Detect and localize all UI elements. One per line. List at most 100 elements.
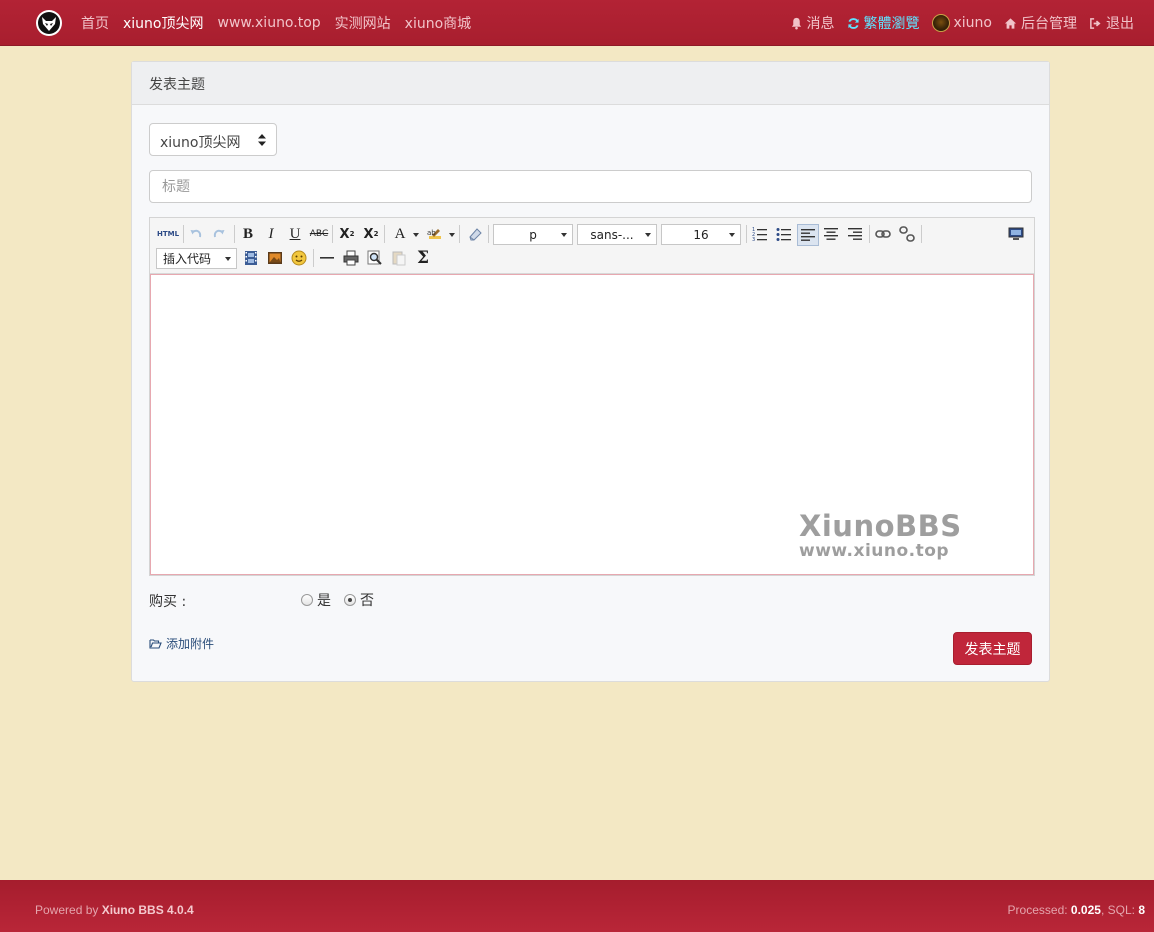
traditional-chinese-link[interactable]: 繁體瀏覽 [841, 13, 926, 33]
paste-button[interactable] [389, 248, 409, 268]
submit-thread-button[interactable]: 发表主题 [953, 632, 1032, 665]
powered-brand-link[interactable]: Xiuno BBS 4.0.4 [102, 903, 194, 917]
eraser-icon [469, 228, 482, 241]
nav-link-xiuno-store[interactable]: xiuno商城 [398, 13, 479, 33]
user-profile-link[interactable]: xiuno [926, 14, 999, 32]
insert-image-button[interactable] [265, 248, 285, 268]
subscript-button[interactable]: X2 [361, 224, 381, 244]
bold-button[interactable]: B [238, 224, 258, 244]
title-input[interactable] [149, 170, 1032, 203]
svg-text:ab: ab [427, 229, 436, 237]
nav-link-xiuno-domain[interactable]: www.xiuno.top [211, 15, 328, 31]
font-family-value: sans-... [590, 227, 634, 242]
link-icon [875, 230, 891, 238]
formula-button[interactable]: Σ [413, 248, 433, 268]
redo-icon [213, 229, 225, 238]
home-icon [1004, 17, 1017, 29]
nav-link-home[interactable]: 首页 [74, 13, 116, 33]
horizontal-rule-icon [320, 257, 334, 259]
align-center-button[interactable] [821, 224, 841, 244]
editor-content-area[interactable]: XiunoBBS www.xiuno.top [150, 274, 1034, 575]
refresh-icon [847, 17, 859, 29]
italic-button[interactable]: I [261, 224, 281, 244]
radio-no[interactable] [344, 594, 356, 606]
highlight-button[interactable]: ab [425, 224, 445, 244]
align-left-button[interactable] [797, 224, 819, 246]
radio-yes[interactable] [301, 594, 313, 606]
forum-select-value: xiuno顶尖网 [160, 135, 241, 151]
xiuno-logo-icon[interactable] [36, 10, 62, 36]
smiley-icon [291, 250, 307, 266]
watermark-title: XiunoBBS [799, 509, 962, 543]
emoticon-button[interactable] [289, 248, 309, 268]
toolbar-separator [488, 225, 489, 243]
card-title: 发表主题 [132, 62, 1049, 105]
html-source-button[interactable]: HTML [156, 224, 180, 244]
unordered-list-button[interactable] [774, 224, 794, 244]
toolbar-separator [384, 225, 385, 243]
image-icon [268, 252, 282, 264]
toolbar-separator [869, 225, 870, 243]
purchase-yes-option[interactable]: 是 [301, 590, 331, 610]
nav-right-links: 消息 繁體瀏覽 xiuno 后台管理 退出 [784, 0, 1141, 46]
redo-button[interactable] [209, 224, 229, 244]
rich-text-editor: HTML B I U ABC X2 X2 A ab p sans-... 16 … [149, 217, 1035, 576]
insert-media-button[interactable] [241, 248, 261, 268]
powered-prefix: Powered by [35, 903, 102, 917]
preview-button[interactable] [365, 248, 385, 268]
sign-out-icon [1090, 17, 1101, 29]
strikethrough-button[interactable]: ABC [309, 224, 329, 244]
clipboard-icon [392, 251, 406, 266]
font-size-value: 16 [693, 227, 709, 242]
sql-prefix: , SQL: [1100, 903, 1139, 917]
nav-link-xiuno-top-site[interactable]: xiuno顶尖网 [116, 13, 211, 33]
nav-link-test-sites[interactable]: 实测网站 [328, 13, 398, 33]
print-button[interactable] [341, 248, 361, 268]
add-attachment-label: 添加附件 [166, 637, 215, 651]
logout-link[interactable]: 退出 [1083, 13, 1140, 33]
font-color-button[interactable]: A [390, 224, 410, 244]
toolbar-separator [746, 225, 747, 243]
insert-code-select[interactable]: 插入代码 [156, 248, 237, 269]
caret-down-icon [225, 257, 231, 261]
insert-link-button[interactable] [873, 224, 893, 244]
fullscreen-button[interactable] [1006, 224, 1026, 244]
page-footer: Powered by Xiuno BBS 4.0.4 Processed: 0.… [0, 880, 1154, 932]
horizontal-rule-button[interactable] [317, 248, 337, 268]
forum-select[interactable]: xiuno顶尖网 [149, 123, 277, 156]
clear-format-button[interactable] [465, 224, 485, 244]
admin-link[interactable]: 后台管理 [998, 13, 1083, 33]
font-family-select[interactable]: sans-... [577, 224, 657, 245]
messages-label: 消息 [806, 16, 835, 32]
superscript-button[interactable]: X2 [337, 224, 357, 244]
align-right-icon [848, 228, 862, 240]
purchase-no-option[interactable]: 否 [344, 590, 374, 610]
caret-down-icon [413, 233, 419, 237]
nav-left-links: 首页 xiuno顶尖网 www.xiuno.top 实测网站 xiuno商城 [74, 0, 478, 46]
caret-down-icon [645, 233, 651, 237]
film-icon [245, 251, 257, 265]
watermark-url: www.xiuno.top [799, 541, 950, 561]
top-navbar: 首页 xiuno顶尖网 www.xiuno.top 实测网站 xiuno商城 消… [0, 0, 1154, 46]
new-thread-card: 发表主题 xiuno顶尖网 HTML B I U ABC X2 X2 [131, 61, 1050, 682]
unlink-button[interactable] [897, 224, 917, 244]
unlink-icon [899, 226, 915, 242]
underline-button[interactable]: U [285, 224, 305, 244]
toolbar-separator [459, 225, 460, 243]
messages-link[interactable]: 消息 [784, 13, 841, 33]
toolbar-separator [921, 225, 922, 243]
font-size-select[interactable]: 16 [661, 224, 741, 245]
align-center-icon [824, 228, 838, 240]
printer-icon [343, 250, 359, 266]
svg-text:3: 3 [752, 237, 755, 242]
block-format-select[interactable]: p [493, 224, 573, 245]
ordered-list-button[interactable]: 123 [750, 224, 770, 244]
purchase-no-label: 否 [360, 593, 374, 609]
ordered-list-icon: 123 [752, 227, 767, 242]
monitor-icon [1008, 227, 1024, 240]
align-right-button[interactable] [845, 224, 865, 244]
undo-button[interactable] [186, 224, 206, 244]
xiuno-watermark: XiunoBBS www.xiuno.top [799, 509, 962, 561]
magnifier-icon [367, 250, 382, 265]
add-attachment-link[interactable]: 添加附件 [149, 635, 214, 652]
